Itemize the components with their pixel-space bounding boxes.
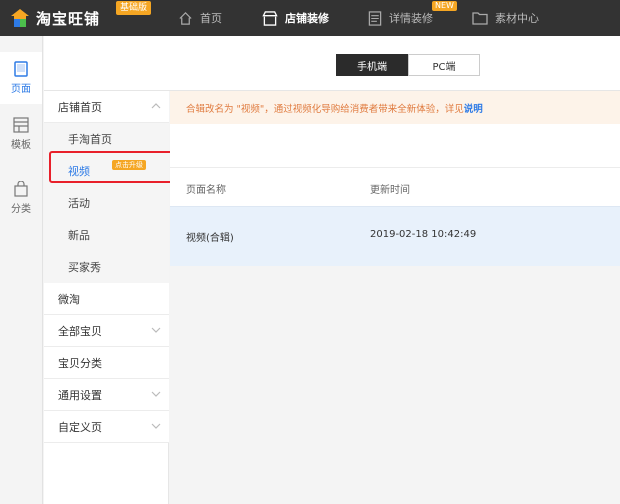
menu-group-label: 宝贝分类 — [58, 356, 102, 370]
pc-tab[interactable]: PC端 — [408, 54, 480, 76]
menu-group-all-items[interactable]: 全部宝贝 — [44, 315, 169, 347]
menu-group-label: 全部宝贝 — [58, 324, 102, 338]
nav-home[interactable]: 首页 — [178, 0, 222, 36]
folder-icon — [472, 12, 488, 25]
rail-item-template[interactable]: 模板 — [0, 108, 42, 160]
app-name: 淘宝旺铺 — [36, 9, 101, 28]
nav-material-center-label: 素材中心 — [495, 12, 539, 25]
menu-group-item-category[interactable]: 宝贝分类 — [44, 347, 169, 379]
submenu-item-label: 买家秀 — [68, 261, 101, 274]
app-logo[interactable]: 淘宝旺铺 — [10, 6, 100, 30]
submenu-item-buyer-show[interactable]: 买家秀 — [44, 251, 169, 283]
rail-item-category-label: 分类 — [11, 204, 31, 215]
submenu-item-label: 活动 — [68, 197, 90, 210]
menu-group-store-home[interactable]: 店铺首页 — [44, 91, 169, 123]
nav-home-label: 首页 — [200, 12, 222, 25]
submenu-item-label: 手淘首页 — [68, 133, 112, 146]
column-header-page-name: 页面名称 — [186, 185, 226, 196]
content-spacer — [170, 124, 620, 168]
device-toolbar: 手机端 PC端 — [44, 36, 620, 91]
new-badge: NEW — [432, 1, 457, 11]
document-icon — [368, 10, 382, 26]
nav-store-decoration[interactable]: 店铺装修 — [262, 0, 329, 36]
chevron-down-icon — [151, 391, 161, 397]
left-rail: 页面 模板 分类 — [0, 36, 43, 504]
column-header-update-time: 更新时间 — [370, 185, 410, 196]
menu-group-general-settings[interactable]: 通用设置 — [44, 379, 169, 411]
menu-group-weitao[interactable]: 微淘 — [44, 283, 169, 315]
menu-group-custom-page[interactable]: 自定义页 — [44, 411, 169, 443]
plan-badge: 基础版 — [116, 1, 152, 15]
menu-group-label: 自定义页 — [58, 420, 102, 434]
chevron-down-icon — [151, 327, 161, 333]
mobile-tab[interactable]: 手机端 — [336, 54, 408, 76]
menu-group-label: 微淘 — [58, 292, 80, 306]
submenu-item-activity[interactable]: 活动 — [44, 187, 169, 219]
notice-bar: 合辑改名为 "视频"，通过视频化导购给消费者带来全新体验，详见 说明 — [170, 91, 620, 124]
submenu-item-new[interactable]: 新品 — [44, 219, 169, 251]
chevron-up-icon — [151, 103, 161, 109]
chevron-down-icon — [151, 423, 161, 429]
rail-item-template-label: 模板 — [11, 140, 31, 151]
page-list: 页面名称 更新时间 视频(合辑) 2019-02-18 10:42:49 — [170, 124, 620, 504]
home-icon — [179, 11, 192, 25]
top-bar: 淘宝旺铺 基础版 首页 店铺装修 详情装修 NEW 素材中心 — [0, 0, 620, 36]
template-icon — [13, 117, 29, 133]
table-row[interactable]: 视频(合辑) 2019-02-18 10:42:49 — [170, 206, 620, 266]
taobao-logo-icon — [10, 8, 30, 28]
store-icon — [262, 10, 278, 26]
page-icon — [14, 61, 28, 77]
cell-page-name: 视频(合辑) — [186, 233, 234, 244]
rail-item-category[interactable]: 分类 — [0, 172, 42, 224]
menu-group-label: 通用设置 — [58, 388, 102, 402]
nav-detail-decoration-label: 详情装修 — [389, 12, 433, 25]
highlight-frame — [49, 151, 176, 183]
nav-detail-decoration[interactable]: 详情装修 — [368, 0, 433, 36]
nav-material-center[interactable]: 素材中心 — [472, 0, 539, 36]
notice-text: 合辑改名为 "视频"，通过视频化导购给消费者带来全新体验，详见 — [186, 103, 464, 115]
rail-item-page-label: 页面 — [11, 84, 31, 95]
bag-icon — [14, 181, 28, 197]
rail-item-page[interactable]: 页面 — [0, 52, 42, 104]
menu-group-store-home-label: 店铺首页 — [58, 100, 102, 114]
table-header: 页面名称 更新时间 — [170, 168, 620, 206]
nav-store-decoration-label: 店铺装修 — [285, 12, 329, 25]
notice-link[interactable]: 说明 — [464, 101, 483, 115]
submenu-item-label: 新品 — [68, 229, 90, 242]
cell-update-time: 2019-02-18 10:42:49 — [370, 229, 477, 240]
